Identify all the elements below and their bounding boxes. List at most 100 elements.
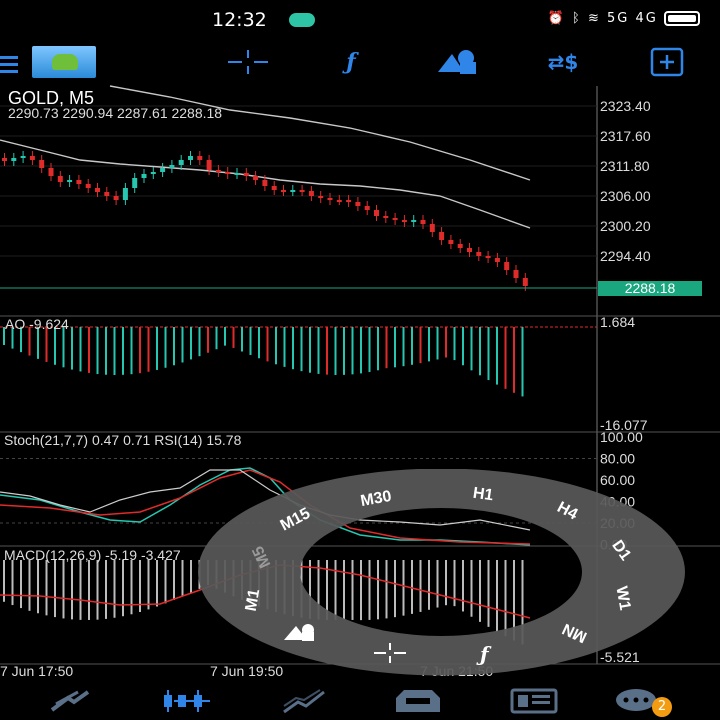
price-tick-label: 2317.60: [600, 128, 651, 144]
candle-body: [48, 168, 54, 176]
ao-bar: [122, 327, 124, 375]
ao-bar: [62, 327, 65, 368]
ao-bar: [360, 327, 362, 374]
ao-bar: [241, 327, 243, 352]
macd-bar: [105, 560, 107, 619]
ao-label: AO -9.624: [5, 316, 69, 332]
macd-bar: [11, 560, 14, 606]
trade-icon[interactable]: [280, 684, 330, 718]
ao-bar: [453, 327, 456, 361]
candle-body: [178, 160, 184, 165]
ao-bar: [513, 327, 515, 393]
candle-body: [215, 170, 221, 172]
macd-bar: [156, 560, 158, 607]
macd-bar: [122, 560, 124, 617]
candle-body: [85, 184, 91, 188]
macd-bar: [79, 560, 82, 620]
candle-body: [11, 158, 17, 161]
ao-bar: [487, 327, 490, 381]
ao-bar: [470, 327, 473, 371]
candle-body: [364, 206, 370, 210]
candle-body: [392, 218, 398, 220]
macd-bar: [173, 560, 175, 600]
candle-body: [374, 210, 379, 216]
ao-bar: [181, 327, 184, 363]
bottom-nav: [0, 680, 720, 720]
news-icon[interactable]: [508, 684, 560, 718]
candle-body: [281, 190, 286, 192]
ao-bar: [504, 327, 507, 389]
timeframe-wheel[interactable]: M15 M30 H1 H4 D1 W1 MN M5 M1 ƒ: [198, 469, 685, 676]
ao-bar: [462, 327, 464, 366]
macd-bar: [130, 560, 133, 615]
candle-body: [308, 191, 314, 196]
candle-body: [188, 156, 193, 160]
candle-body: [513, 270, 519, 278]
ao-bar: [207, 327, 209, 353]
macd-bar: [37, 560, 39, 614]
wheel-item-h1[interactable]: H1: [472, 485, 495, 505]
candle-body: [271, 186, 277, 190]
candle-body: [355, 202, 361, 206]
candle-body: [401, 220, 407, 222]
ao-bar: [377, 327, 379, 371]
ao-bar: [258, 327, 260, 359]
ao-bar: [419, 327, 422, 364]
ao-bar: [54, 327, 56, 365]
macd-bar: [113, 560, 116, 618]
candle-body: [448, 240, 454, 244]
ao-bar: [496, 327, 498, 385]
ao-bar: [190, 327, 192, 360]
candle-body: [253, 176, 259, 180]
wheel-ring: [198, 469, 685, 676]
candle-body: [485, 256, 491, 258]
candle-body: [132, 178, 138, 188]
ao-bar: [139, 327, 141, 374]
stoch-tick-label: 100.00: [600, 429, 643, 445]
ao-bar: [249, 327, 252, 355]
ao-bar: [521, 327, 524, 397]
candle-body: [225, 172, 231, 174]
history-icon[interactable]: [392, 684, 444, 718]
candle-body: [299, 190, 305, 192]
time-label-1: 7 Jun 17:50: [0, 663, 73, 679]
price-tick-label: 2294.40: [600, 248, 651, 264]
ao-bar: [385, 327, 388, 369]
ao-bar: [232, 327, 235, 348]
ao-bar: [45, 327, 48, 362]
macd-bar: [88, 560, 90, 620]
price-tick-label: 2306.00: [600, 188, 651, 204]
ao-bar: [71, 327, 73, 370]
candle-body: [150, 172, 156, 174]
candle-body: [113, 196, 119, 200]
candle-body: [169, 165, 175, 168]
ao-bar: [164, 327, 167, 368]
candle-body: [439, 232, 445, 240]
stoch-label: Stoch(21,7,7) 0.47 0.71 RSI(14) 15.78: [4, 432, 242, 448]
price-tick-label: 2323.40: [600, 98, 651, 114]
ao-bar: [130, 327, 133, 375]
ao-bar: [198, 327, 201, 357]
ao-bar: [105, 327, 107, 375]
price-axis: 2323.40 2317.60 2311.80 2306.00 2300.20 2294.…: [600, 98, 651, 264]
macd-bar: [96, 560, 99, 620]
candle-body: [346, 200, 352, 202]
candle-body: [206, 160, 212, 170]
candle-body: [197, 156, 203, 160]
candle-body: [383, 216, 389, 218]
ao-bar: [224, 327, 226, 346]
candle-body: [290, 190, 296, 192]
quotes-icon[interactable]: [48, 684, 98, 718]
candle-body: [122, 188, 128, 200]
notification-badge: 2: [652, 697, 672, 717]
ao-bar: [215, 327, 218, 350]
candle-body: [457, 244, 463, 248]
ao-bar: [334, 327, 337, 375]
ao-bar: [292, 327, 294, 370]
candle-body: [336, 200, 342, 202]
candle-body: [411, 220, 417, 222]
chart-icon[interactable]: [160, 684, 214, 718]
ao-bar: [113, 327, 116, 375]
candle-body: [429, 224, 435, 232]
candle-body: [104, 192, 110, 196]
